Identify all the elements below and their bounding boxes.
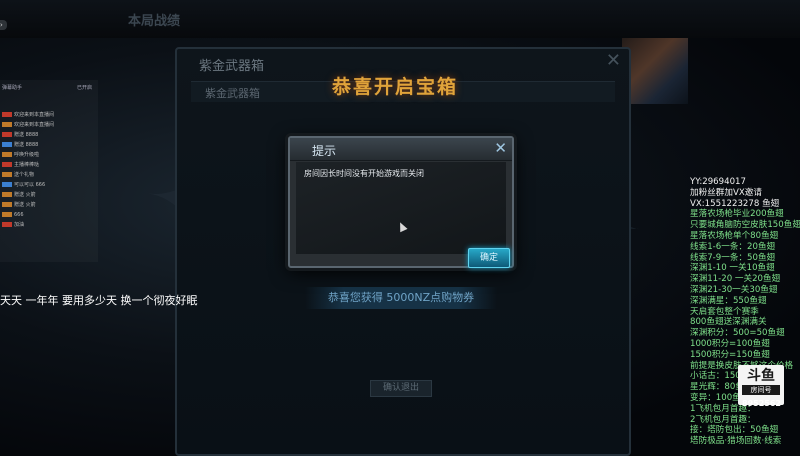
chat-row: 666 [2,210,98,220]
reward-congrats-text: 恭喜您获得 5000NZ点购物券 [305,287,497,309]
dialog-message: 房间因长时间没有开始游戏而关闭 [304,169,424,178]
chat-row: 加油 [2,220,98,230]
expand-arrow-icon[interactable]: › [0,20,7,30]
match-record-label: 本局战绩 [128,14,181,29]
map-thumbnail [622,38,688,104]
streamer-info-line: 接：塔防包出：50鱼翅 [690,425,779,436]
streamer-info-line: 线索1-6一条：20鱼翅 [690,241,776,252]
scrolling-ticker: 天天 一年年 要用多少天 换一个彻夜好眠 [0,294,198,307]
panel-subtitle: 紫金武器箱 [205,87,260,100]
streamer-info-line: 深渊满星：550鱼翅 [690,295,767,306]
streamer-info-line: VX:1551223278 鱼翅 [690,198,780,209]
chat-row: 赠送 8888 [2,130,98,140]
streamer-info-line: 1000积分=100鱼翅 [690,338,770,349]
close-icon[interactable]: ✕ [606,50,621,71]
streamer-info-line: 塔防极品·猎场回数·线索 [690,436,782,447]
streamer-info-line: 深渊1-10 一关10鱼翅 [690,263,775,274]
chat-row: 送个礼物 [2,170,98,180]
streamer-info-line: 只要城角脑防空皮肤150鱼翅 [690,220,800,231]
chat-row: 赠送 火箭 [2,190,98,200]
room-number: 8952562 [742,399,781,408]
chat-row: 主播棒棒哒 [2,160,98,170]
notice-dialog: 提示 ✕ 房间因长时间没有开始游戏而关闭 确定 [288,136,514,268]
logo-title: 斗鱼 [747,368,775,384]
streamer-info-line: YY:29694017 [690,177,746,187]
dialog-title: 提示 [312,144,337,158]
chat-row: 欢迎来到本直播间 [2,120,98,130]
game-top-bar: 本局战绩 [0,0,800,38]
chat-header-status: 已开启 [76,85,92,91]
ok-button[interactable]: 确定 [468,248,510,268]
panel-title: 紫金武器箱 [199,59,265,74]
chat-row: 可以可以 666 [2,180,98,190]
close-icon[interactable]: ✕ [494,139,507,157]
dialog-header: 提示 ✕ [290,138,512,161]
chat-row: 呼唤升级啦 [2,150,98,160]
chat-row: 赠送 火箭 [2,200,98,210]
streamer-info-line: 深渊积分：500=50鱼翅 [690,328,785,339]
chat-header-title: 弹幕助手 [2,85,23,91]
streamer-info-line: 800鱼翅送深渊满关 [690,317,767,328]
reward-banner: 恭喜开启宝箱 [332,76,459,98]
streamer-info-line: 深渊11-20 一关20鱼翅 [690,274,781,285]
confirm-exit-button[interactable]: 确认退出 [370,380,432,397]
chat-row: 欢迎来到本直播间 [2,110,98,120]
streamer-info-line: 1500积分=150鱼翅 [690,349,770,360]
streamer-info-line: 星落农场枪毕业200鱼翅 [690,209,784,220]
streamer-info-line: 线索7-9一条：50鱼翅 [690,252,776,263]
streamer-info-line: 深渊21-30一关30鱼翅 [690,284,778,295]
chat-list: 欢迎来到本直播间 欢迎来到本直播间 赠送 8888 赠送 8888 呼唤升级啦 … [2,110,98,230]
chat-row: 赠送 8888 [2,140,98,150]
chat-header: 弹幕助手 已开启 [0,84,98,94]
logo-sub: 房间号 [742,385,780,395]
streamer-info-line: 天启套包整个赛季 [690,306,759,317]
chat-overlay: 弹幕助手 已开启 欢迎来到本直播间 欢迎来到本直播间 赠送 8888 赠送 88… [0,80,98,262]
streamer-info-line: 星落农场枪单个80鱼翅 [690,230,779,241]
streamer-info-line: 2飞机包月首趣： [690,414,756,425]
streamer-info-line: 加粉丝群加VX邀请 [690,187,762,198]
